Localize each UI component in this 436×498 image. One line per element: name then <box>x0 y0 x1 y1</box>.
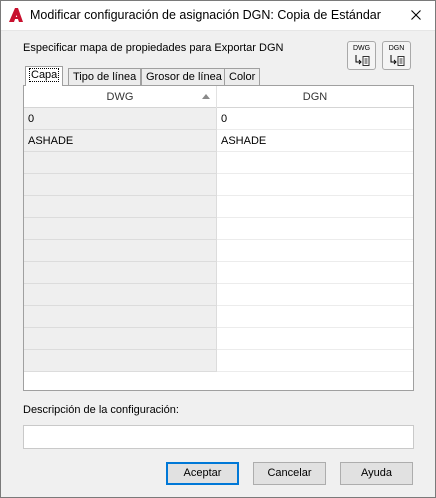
tab-capa[interactable]: Capa <box>25 66 64 86</box>
dwg-cell[interactable] <box>24 350 217 372</box>
dgn-cell[interactable]: ASHADE <box>217 130 413 152</box>
dgn-cell[interactable] <box>217 306 413 328</box>
sort-ascending-icon <box>202 94 210 99</box>
help-button[interactable]: Ayuda <box>340 462 413 485</box>
mapping-grid: DWG DGN 0 0 ASHADE ASHADE <box>23 85 414 391</box>
table-row[interactable]: ASHADE ASHADE <box>24 130 413 152</box>
close-button[interactable] <box>405 5 427 25</box>
dwg-cell[interactable] <box>24 306 217 328</box>
tab-grosor-de-linea[interactable]: Grosor de línea <box>141 68 227 85</box>
dgn-cell[interactable]: 0 <box>217 108 413 130</box>
close-icon <box>411 10 421 20</box>
dgn-cell[interactable] <box>217 218 413 240</box>
column-header-dwg[interactable]: DWG <box>24 86 217 108</box>
dwg-cell[interactable] <box>24 152 217 174</box>
table-row[interactable] <box>24 350 413 372</box>
dwg-cell[interactable] <box>24 262 217 284</box>
table-row[interactable] <box>24 218 413 240</box>
table-row[interactable] <box>24 284 413 306</box>
dialog-window: Modificar configuración de asignación DG… <box>0 0 436 498</box>
tab-strip: Capa Tipo de línea Grosor de línea Color <box>23 66 415 86</box>
dwg-cell[interactable]: 0 <box>24 108 217 130</box>
dwg-cell[interactable] <box>24 240 217 262</box>
column-header-dgn-label: DGN <box>302 91 328 103</box>
dwg-cell[interactable] <box>24 174 217 196</box>
dgn-cell[interactable] <box>217 174 413 196</box>
dwg-cell[interactable] <box>24 328 217 350</box>
column-header-dwg-label: DWG <box>106 91 134 103</box>
dwg-cell[interactable] <box>24 218 217 240</box>
dgn-cell[interactable] <box>217 328 413 350</box>
window-title: Modificar configuración de asignación DG… <box>30 8 381 22</box>
tab-tipo-de-linea-label: Tipo de línea <box>73 71 137 83</box>
map-properties-label: Especificar mapa de propiedades para Exp… <box>23 42 284 54</box>
tab-grosor-de-linea-label: Grosor de línea <box>146 71 222 83</box>
dwg-cell[interactable]: ASHADE <box>24 130 217 152</box>
column-header-dgn[interactable]: DGN <box>217 86 413 108</box>
table-row[interactable] <box>24 306 413 328</box>
grid-header: DWG DGN <box>24 86 413 108</box>
table-row[interactable] <box>24 174 413 196</box>
autocad-a-icon <box>9 8 23 22</box>
table-row[interactable] <box>24 262 413 284</box>
dgn-cell[interactable] <box>217 240 413 262</box>
dgn-cell[interactable] <box>217 350 413 372</box>
dwg-cell[interactable] <box>24 196 217 218</box>
table-row[interactable] <box>24 196 413 218</box>
description-input[interactable] <box>23 425 414 449</box>
dwg-button-label: DWG <box>352 45 371 52</box>
dgn-cell[interactable] <box>217 196 413 218</box>
dgn-cell[interactable] <box>217 262 413 284</box>
dgn-button-label: DGN <box>388 45 405 52</box>
table-row[interactable]: 00 <box>24 108 413 130</box>
table-row[interactable] <box>24 152 413 174</box>
description-label: Descripción de la configuración: <box>23 404 179 416</box>
tab-capa-label: Capa <box>28 68 60 82</box>
accept-button[interactable]: Aceptar <box>166 462 239 485</box>
table-row[interactable] <box>24 240 413 262</box>
cancel-button[interactable]: Cancelar <box>253 462 326 485</box>
dgn-cell[interactable] <box>217 152 413 174</box>
tab-color[interactable]: Color <box>224 68 261 85</box>
tab-color-label: Color <box>229 71 256 83</box>
dgn-cell[interactable] <box>217 284 413 306</box>
tab-tipo-de-linea[interactable]: Tipo de línea <box>68 68 142 85</box>
table-row[interactable] <box>24 328 413 350</box>
dwg-cell[interactable] <box>24 284 217 306</box>
title-bar[interactable]: Modificar configuración de asignación DG… <box>1 1 435 31</box>
